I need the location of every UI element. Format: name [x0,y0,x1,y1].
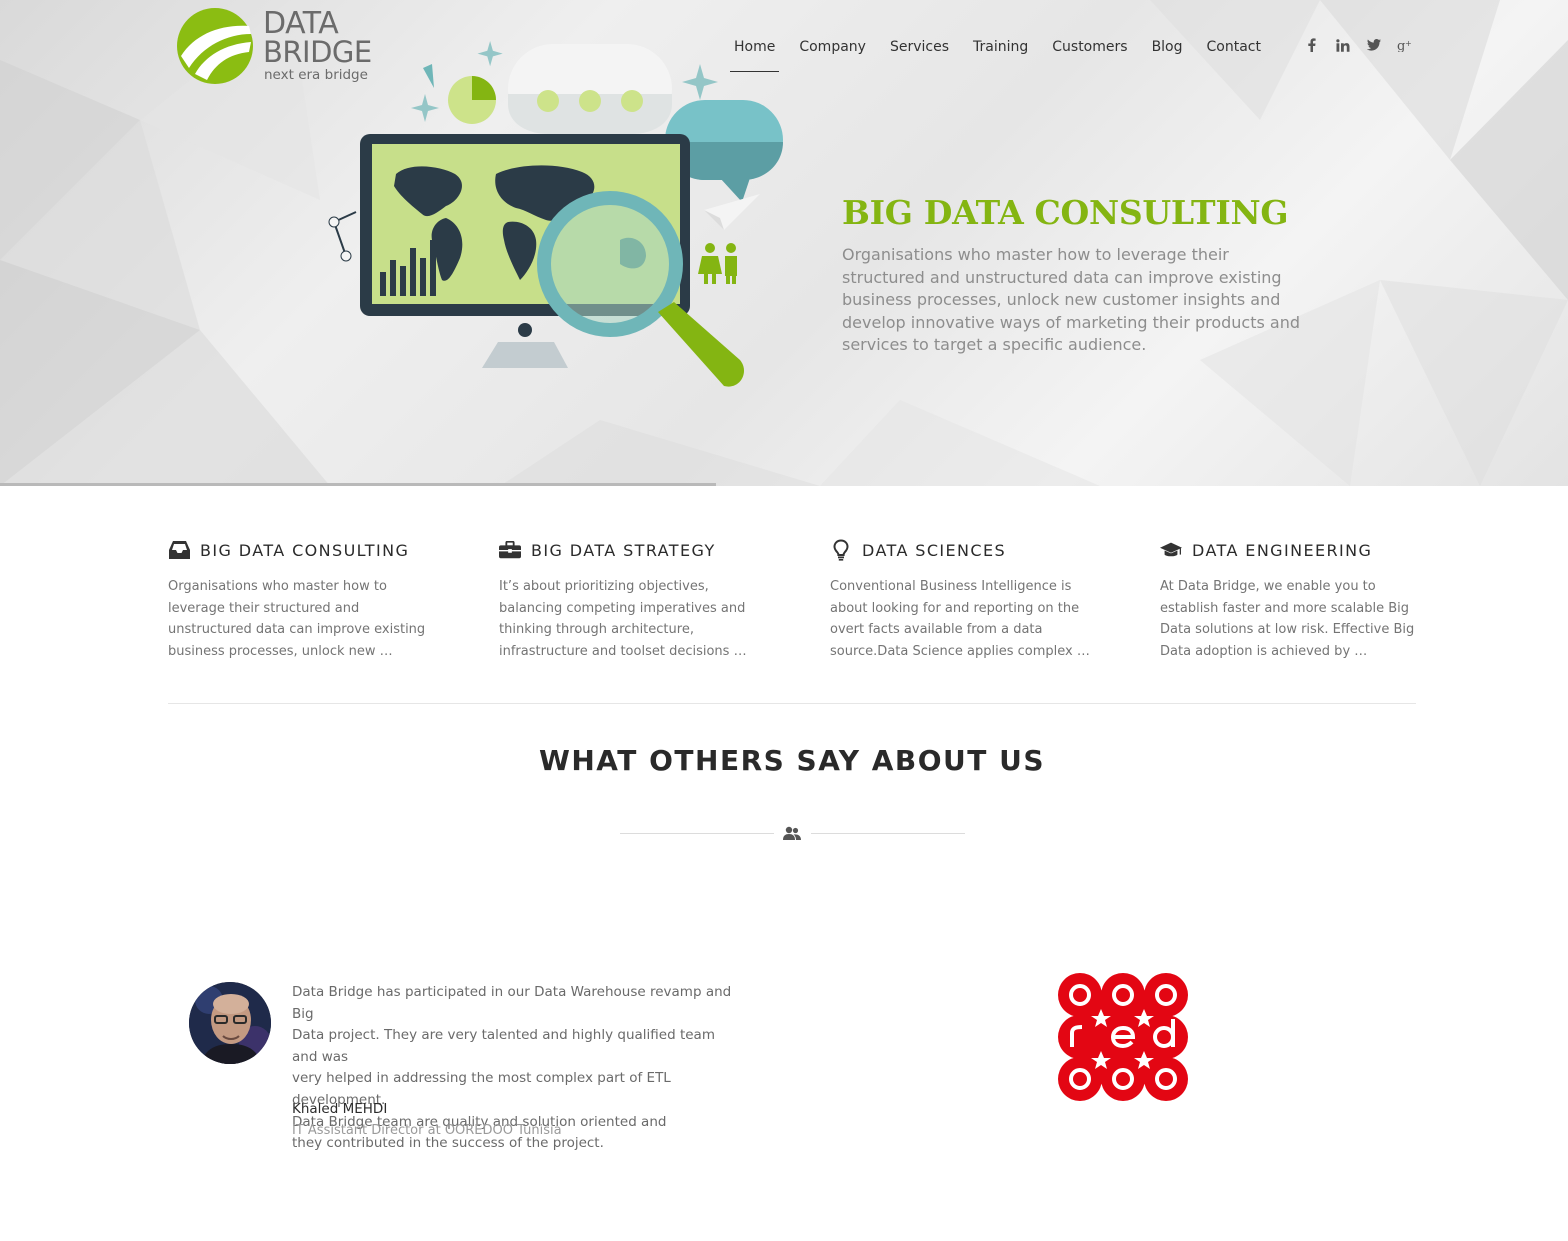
nav-item-company[interactable]: Company [787,36,878,72]
hero-progress-bar [0,483,716,486]
nav-item-contact[interactable]: Contact [1195,36,1273,72]
twitter-icon[interactable] [1358,36,1389,54]
service-text: At Data Bridge, we enable you to establi… [1160,579,1415,659]
main-nav: Home Company Services Training Customers… [722,36,1273,72]
hero-section: DATA BRIDGE next era bridge Home Company… [0,0,1568,486]
hero-text: Organisations who master how to leverage… [842,245,1301,354]
section-divider [168,703,1416,704]
logo-mark-icon [177,8,253,84]
service-title[interactable]: BIG DATA CONSULTING [200,541,409,560]
quote-line: Data Bridge has participated in our Data… [292,984,732,1022]
service-big-data-strategy: BIG DATA STRATEGY It’s about prioritizin… [499,538,759,662]
linkedin-icon[interactable] [1327,36,1358,54]
service-text: Organisations who master how to leverage… [168,579,426,659]
hero-illustration [328,41,783,387]
google-plus-icon[interactable]: g + [1389,36,1420,54]
facebook-icon[interactable] [1296,36,1327,54]
service-data-engineering: DATA ENGINEERING At Data Bridge, we enab… [1160,538,1420,662]
testimonials-title: WHAT OTHERS SAY ABOUT US [538,744,1046,777]
service-title[interactable]: BIG DATA STRATEGY [531,541,716,560]
nav-item-blog[interactable]: Blog [1140,36,1195,72]
svg-text:+: + [1405,39,1412,48]
avatar [189,982,271,1064]
ooredoo-logo [1058,973,1188,1101]
inbox-icon [168,539,190,561]
lightbulb-icon [830,539,852,561]
testimonial-author-role: IT Assistant Director at OOREDOO Tunisia [292,1123,562,1138]
nav-item-customers[interactable]: Customers [1040,36,1139,72]
service-text: Conventional Business Intelligence is ab… [830,579,1090,659]
social-links: g + [1296,36,1420,54]
hero-title: BIG DATA CONSULTING [842,193,1289,232]
quote-line: Data project. They are very talented and… [292,1027,715,1065]
service-big-data-consulting: BIG DATA CONSULTING Organisations who ma… [168,538,428,662]
separator-line-left [620,833,774,834]
service-data-sciences: DATA SCIENCES Conventional Business Inte… [830,538,1090,662]
service-title[interactable]: DATA SCIENCES [862,541,1006,560]
service-text: It’s about prioritizing objectives, bala… [499,579,747,659]
separator-line-right [811,833,965,834]
nav-item-services[interactable]: Services [878,36,961,72]
testimonial-author: Khaled MEHDI [292,1101,388,1117]
services-section: BIG DATA CONSULTING Organisations who ma… [168,538,1416,668]
briefcase-icon [499,539,521,561]
graduation-cap-icon [1160,539,1182,561]
users-icon [783,826,803,844]
nav-item-training[interactable]: Training [961,36,1040,72]
service-title[interactable]: DATA ENGINEERING [1192,541,1372,560]
